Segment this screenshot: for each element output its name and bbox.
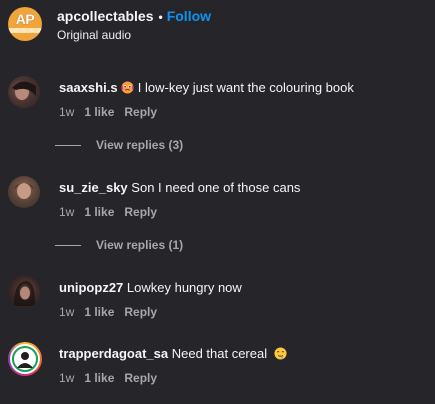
reply-button[interactable]: Reply bbox=[124, 371, 157, 385]
comment-age: 1w bbox=[59, 305, 75, 319]
comment-body: I low-key just want the colouring book bbox=[137, 80, 354, 95]
post-header: AP apcollectables • Follow Original audio bbox=[8, 7, 428, 43]
like-count[interactable]: 1 like bbox=[84, 105, 114, 119]
comment-age: 1w bbox=[59, 105, 75, 119]
comment-text: su_zie_sky Son I need one of those cans bbox=[59, 180, 300, 195]
comment-meta: 1w 1 like Reply bbox=[59, 305, 167, 319]
comment-text: unipopz27 Lowkey hungry now bbox=[59, 280, 242, 295]
like-count[interactable]: 1 like bbox=[84, 371, 114, 385]
replies-divider bbox=[55, 245, 81, 247]
like-count[interactable]: 1 like bbox=[84, 205, 114, 219]
follow-button[interactable]: Follow bbox=[167, 8, 211, 24]
audio-link[interactable]: Original audio bbox=[57, 28, 131, 42]
avatar-photo-icon bbox=[14, 183, 34, 199]
reply-button[interactable]: Reply bbox=[124, 105, 157, 119]
commenter-avatar[interactable] bbox=[8, 176, 40, 208]
comment-meta: 1w 1 like Reply bbox=[59, 105, 167, 119]
reply-button[interactable]: Reply bbox=[124, 305, 157, 319]
commenter-username[interactable]: unipopz27 bbox=[59, 280, 123, 295]
commenter-avatar[interactable] bbox=[8, 276, 40, 308]
comment-body: Lowkey hungry now bbox=[126, 280, 242, 295]
face-holding-back-tears-icon bbox=[121, 81, 134, 94]
like-count[interactable]: 1 like bbox=[84, 305, 114, 319]
replies-divider bbox=[55, 145, 81, 147]
comment-age: 1w bbox=[59, 205, 75, 219]
view-replies-button[interactable]: View replies (3) bbox=[55, 138, 183, 152]
drooling-face-icon bbox=[274, 347, 287, 360]
avatar-photo-icon bbox=[14, 281, 36, 306]
commenter-username[interactable]: su_zie_sky bbox=[59, 180, 128, 195]
commenter-username[interactable]: saaxshi.s bbox=[59, 80, 118, 95]
comment-meta: 1w 1 like Reply bbox=[59, 371, 167, 385]
author-username[interactable]: apcollectables bbox=[57, 8, 154, 24]
commenter-avatar[interactable] bbox=[8, 342, 42, 376]
avatar-logo-text: AP bbox=[15, 11, 35, 27]
view-replies-label: View replies (1) bbox=[96, 238, 184, 252]
reply-button[interactable]: Reply bbox=[124, 205, 157, 219]
commenter-username[interactable]: trapperdagoat_sa bbox=[59, 346, 168, 361]
user-silhouette-icon bbox=[12, 346, 38, 372]
comment-text: trapperdagoat_sa Need that cereal bbox=[59, 346, 287, 361]
view-replies-label: View replies (3) bbox=[96, 138, 184, 152]
comment-body: Son I need one of those cans bbox=[131, 180, 301, 195]
view-replies-button[interactable]: View replies (1) bbox=[55, 238, 183, 252]
avatar-inner bbox=[10, 344, 40, 374]
separator-dot: • bbox=[158, 10, 163, 24]
comment-meta: 1w 1 like Reply bbox=[59, 205, 167, 219]
avatar-photo-icon bbox=[12, 81, 36, 100]
comment-text: saaxshi.s I low-key just want the colour… bbox=[59, 80, 354, 95]
avatar-logo-band bbox=[8, 28, 42, 33]
author-line: apcollectables • Follow bbox=[57, 8, 211, 24]
author-avatar[interactable]: AP bbox=[8, 7, 42, 41]
comment-age: 1w bbox=[59, 371, 75, 385]
comment-body: Need that cereal bbox=[171, 346, 268, 361]
commenter-avatar[interactable] bbox=[8, 76, 40, 108]
